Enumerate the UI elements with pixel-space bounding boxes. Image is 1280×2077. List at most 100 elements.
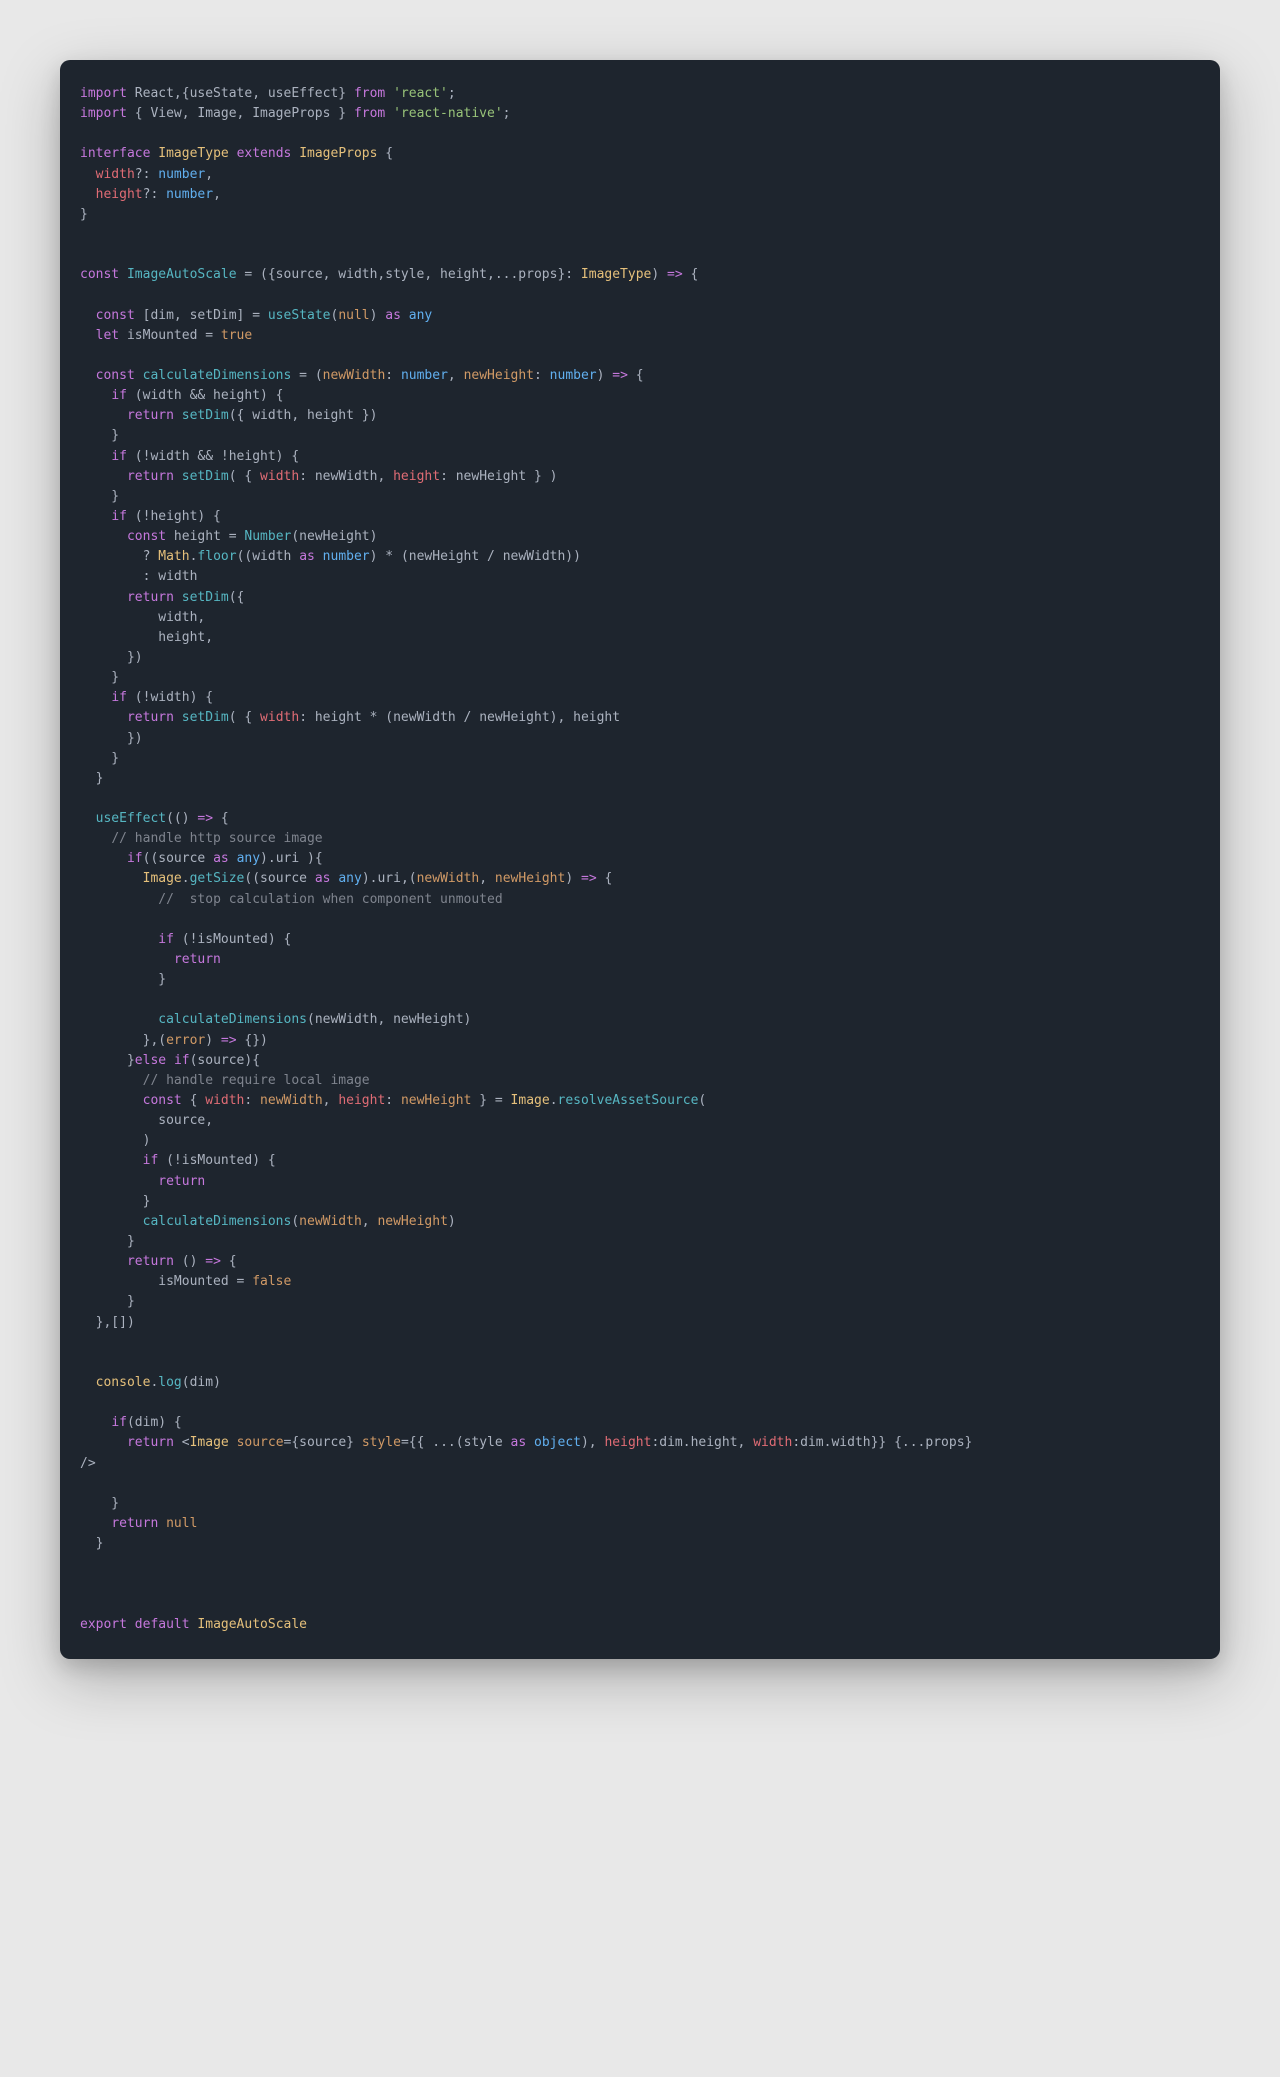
code-token: (dim): [182, 1375, 221, 1390]
code-token: (): [174, 1254, 205, 1269]
code-token: Image: [190, 1435, 229, 1450]
code-token: number: [158, 167, 205, 182]
code-token: ) * (newHeight / newWidth)): [370, 549, 581, 564]
code-token: [385, 106, 393, 121]
code-token: }: [80, 1194, 150, 1209]
code-token: [80, 449, 111, 464]
code-token: ,: [479, 871, 495, 886]
code-token: />: [80, 1456, 96, 1471]
code-token: [80, 1415, 111, 1430]
code-token: :: [534, 368, 550, 383]
code-token: =>: [197, 811, 213, 826]
code-token: [80, 892, 158, 907]
code-token: ?:: [135, 167, 158, 182]
code-token: [526, 1435, 534, 1450]
code-token: // handle require local image: [143, 1073, 370, 1088]
code-token: {: [377, 146, 393, 161]
code-token: return: [127, 469, 174, 484]
code-token: interface: [80, 146, 150, 161]
code-token: ={source}: [284, 1435, 362, 1450]
code-token: ): [565, 871, 581, 886]
code-token: }: [80, 751, 119, 766]
code-token: return: [111, 1516, 158, 1531]
code-token: <: [174, 1435, 190, 1450]
code-token: // handle http source image: [111, 831, 322, 846]
code-token: from: [354, 106, 385, 121]
code-token: width: [260, 710, 299, 725]
code-token: (: [698, 1093, 706, 1108]
code-token: style: [362, 1435, 401, 1450]
code-token: (: [291, 1214, 299, 1229]
code-token: [385, 86, 393, 101]
code-token: console: [96, 1375, 151, 1390]
code-token: .: [182, 871, 190, 886]
code-token: [80, 308, 96, 323]
code-token: Image: [143, 871, 182, 886]
code-token: newWidth: [260, 1093, 323, 1108]
code-token: source,: [80, 1113, 213, 1128]
code-token: (newHeight): [291, 529, 377, 544]
code-token: ({: [229, 590, 245, 605]
code-token: (source){: [190, 1053, 260, 1068]
code-token: : newHeight } ): [440, 469, 557, 484]
code-token: (!height) {: [127, 509, 221, 524]
code-token: },(: [80, 1033, 166, 1048]
code-token: ): [597, 368, 613, 383]
code-token: Number: [244, 529, 291, 544]
code-content: import React,{useState, useEffect} from …: [80, 86, 972, 1632]
code-token: [80, 590, 127, 605]
code-token: React,{useState, useEffect}: [127, 86, 354, 101]
code-token: number: [401, 368, 448, 383]
code-token: setDim: [182, 710, 229, 725]
code-token: [127, 1617, 135, 1632]
code-token: [80, 871, 143, 886]
code-token: newWidth: [417, 871, 480, 886]
code-token: ({ width, height }): [229, 408, 378, 423]
code-token: setDim: [182, 408, 229, 423]
code-token: [80, 690, 111, 705]
code-token: ).uri,(: [362, 871, 417, 886]
code-token: ,: [213, 187, 221, 202]
code-token: extends: [237, 146, 292, 161]
code-token: 'react': [393, 86, 448, 101]
code-token: export: [80, 1617, 127, 1632]
code-token: width,: [80, 610, 205, 625]
code-token: any: [237, 851, 260, 866]
code-token: [135, 368, 143, 383]
code-token: return: [127, 408, 174, 423]
code-token: [80, 529, 127, 544]
code-token: height: [393, 469, 440, 484]
code-token: : width: [80, 569, 197, 584]
code-token: =>: [221, 1033, 237, 1048]
code-token: return: [174, 952, 221, 967]
code-token: [80, 710, 127, 725]
code-token: log: [158, 1375, 181, 1390]
code-token: // stop calculation when component unmou…: [158, 892, 502, 907]
code-token: if: [174, 1053, 190, 1068]
code-token: [80, 408, 127, 423]
code-token: resolveAssetSource: [558, 1093, 699, 1108]
code-token: return: [158, 1174, 205, 1189]
code-token: (!isMounted) {: [158, 1153, 275, 1168]
code-token: width: [96, 167, 135, 182]
code-token: = ({source, width,style, height,...props…: [237, 267, 581, 282]
code-token: }: [80, 1536, 103, 1551]
code-token: if: [158, 932, 174, 947]
code-token: [174, 408, 182, 423]
code-token: return: [127, 1254, 174, 1269]
code-token: ?:: [143, 187, 166, 202]
code-token: as: [315, 871, 331, 886]
code-token: [80, 187, 96, 202]
code-token: source: [237, 1435, 284, 1450]
code-token: ): [651, 267, 667, 282]
code-token: [291, 146, 299, 161]
code-token: [80, 1174, 158, 1189]
code-token: error: [166, 1033, 205, 1048]
code-token: if: [111, 509, 127, 524]
code-token: [80, 1375, 96, 1390]
code-token: newWidth: [299, 1214, 362, 1229]
code-token: const: [96, 308, 135, 323]
code-token: calculateDimensions: [143, 368, 292, 383]
code-token: setDim: [182, 469, 229, 484]
code-token: const: [80, 267, 119, 282]
